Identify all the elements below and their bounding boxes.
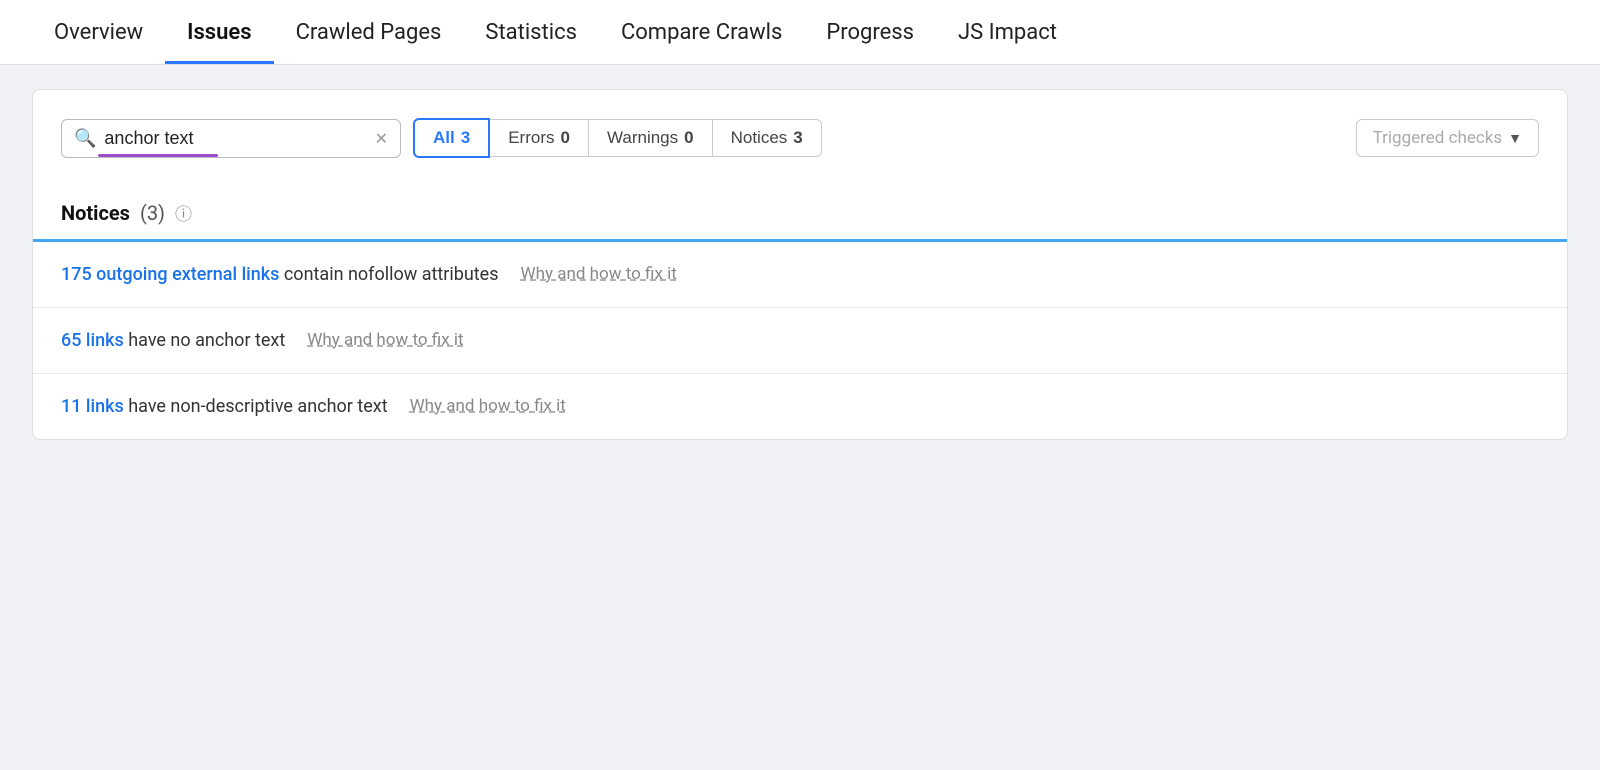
triggered-checks-dropdown[interactable]: Triggered checks ▼ [1356,119,1539,157]
issue-row: 175 outgoing external links contain nofo… [33,242,1567,308]
tab-issues[interactable]: Issues [165,0,273,64]
chevron-down-icon: ▼ [1508,130,1522,147]
filter-notices-label: Notices [731,128,788,148]
search-box: 🔍 ✕ [61,119,401,158]
issue-2-text: have no anchor text [124,330,285,351]
tab-progress[interactable]: Progress [804,0,936,64]
notices-header: Notices (3) ⓘ [33,182,1567,239]
issue-3-text: have non-descriptive anchor text [124,396,388,417]
info-icon[interactable]: ⓘ [175,200,192,225]
issue-row: 65 links have no anchor text Why and how… [33,308,1567,374]
filter-errors-button[interactable]: Errors 0 [490,119,589,157]
issue-2-fix-link[interactable]: Why and how to fix it [307,330,463,350]
tab-crawled-pages[interactable]: Crawled Pages [274,0,464,64]
issue-1-link[interactable]: 175 outgoing external links [61,264,279,285]
tab-overview[interactable]: Overview [32,0,165,64]
filter-errors-count: 0 [560,128,569,148]
issue-1-fix-link[interactable]: Why and how to fix it [521,264,677,284]
main-content: 🔍 ✕ All 3 Errors 0 Warnings 0 [0,65,1600,464]
issue-2-link[interactable]: 65 links [61,330,124,351]
clear-icon[interactable]: ✕ [375,129,388,148]
filter-all-count: 3 [461,128,470,148]
filter-all-label: All [433,128,455,148]
filter-warnings-button[interactable]: Warnings 0 [589,119,713,157]
search-icon: 🔍 [74,128,96,149]
notices-count: (3) [140,201,165,225]
filter-errors-label: Errors [508,128,554,148]
triggered-checks-label: Triggered checks [1373,128,1503,148]
filter-all-button[interactable]: All 3 [413,118,490,158]
issue-1-text: contain nofollow attributes [279,264,498,285]
filter-notices-button[interactable]: Notices 3 [713,119,822,157]
issue-3-link[interactable]: 11 links [61,396,124,417]
filter-notices-count: 3 [793,128,802,148]
filter-warnings-count: 0 [684,128,693,148]
notices-title: Notices [61,201,130,225]
issues-card: 🔍 ✕ All 3 Errors 0 Warnings 0 [32,89,1568,440]
search-underline [98,154,218,157]
search-input[interactable] [104,128,366,149]
nav-bar: Overview Issues Crawled Pages Statistics… [0,0,1600,65]
issue-row: 11 links have non-descriptive anchor tex… [33,374,1567,439]
filter-bar: 🔍 ✕ All 3 Errors 0 Warnings 0 [33,90,1567,182]
tab-statistics[interactable]: Statistics [463,0,599,64]
filter-buttons: All 3 Errors 0 Warnings 0 Notices 3 [413,118,822,158]
filter-warnings-label: Warnings [607,128,678,148]
issue-3-fix-link[interactable]: Why and how to fix it [410,396,566,416]
tab-js-impact[interactable]: JS Impact [936,0,1079,64]
tab-compare-crawls[interactable]: Compare Crawls [599,0,804,64]
